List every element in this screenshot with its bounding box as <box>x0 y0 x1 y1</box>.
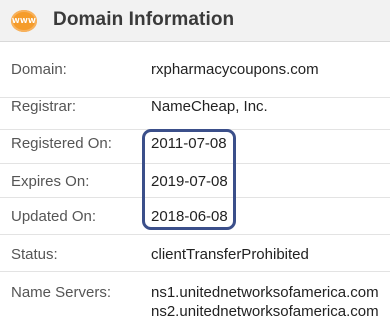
updated-on-value: 2018-06-08 <box>151 208 228 225</box>
registrar-label: Registrar: <box>11 98 77 115</box>
updated-on-label: Updated On: <box>11 208 97 225</box>
card-title: Domain Information <box>53 9 235 30</box>
name-servers-row: Name Servers: ns1.unitednetworksofameric… <box>0 272 390 328</box>
registrar-row: Registrar: NameCheap, Inc. <box>0 98 390 130</box>
domain-label: Domain: <box>11 61 67 78</box>
updated-on-row: Updated On: 2018-06-08 <box>0 198 390 235</box>
registrar-value: NameCheap, Inc. <box>151 98 268 115</box>
expires-on-row: Expires On: 2019-07-08 <box>0 164 390 198</box>
domain-value: rxpharmacycoupons.com <box>151 61 319 78</box>
expires-on-value: 2019-07-08 <box>151 173 228 190</box>
domain-info-card: WWW Domain Information Domain: rxpharmac… <box>0 0 390 328</box>
domain-row: Domain: rxpharmacycoupons.com <box>0 42 390 98</box>
name-server-1: ns1.unitednetworksofamerica.com <box>151 284 379 301</box>
registered-on-label: Registered On: <box>11 135 112 152</box>
status-label: Status: <box>11 246 58 263</box>
status-row: Status: clientTransferProhibited <box>0 235 390 272</box>
name-servers-label: Name Servers: <box>11 284 112 301</box>
expires-on-label: Expires On: <box>11 173 90 190</box>
status-value: clientTransferProhibited <box>151 246 309 263</box>
registered-on-value: 2011-07-08 <box>151 135 227 152</box>
card-header: WWW Domain Information <box>0 0 390 42</box>
registered-on-row: Registered On: 2011-07-08 <box>0 130 390 164</box>
www-globe-icon: WWW <box>11 10 37 32</box>
name-server-2: ns2.unitednetworksofamerica.com <box>151 303 379 320</box>
